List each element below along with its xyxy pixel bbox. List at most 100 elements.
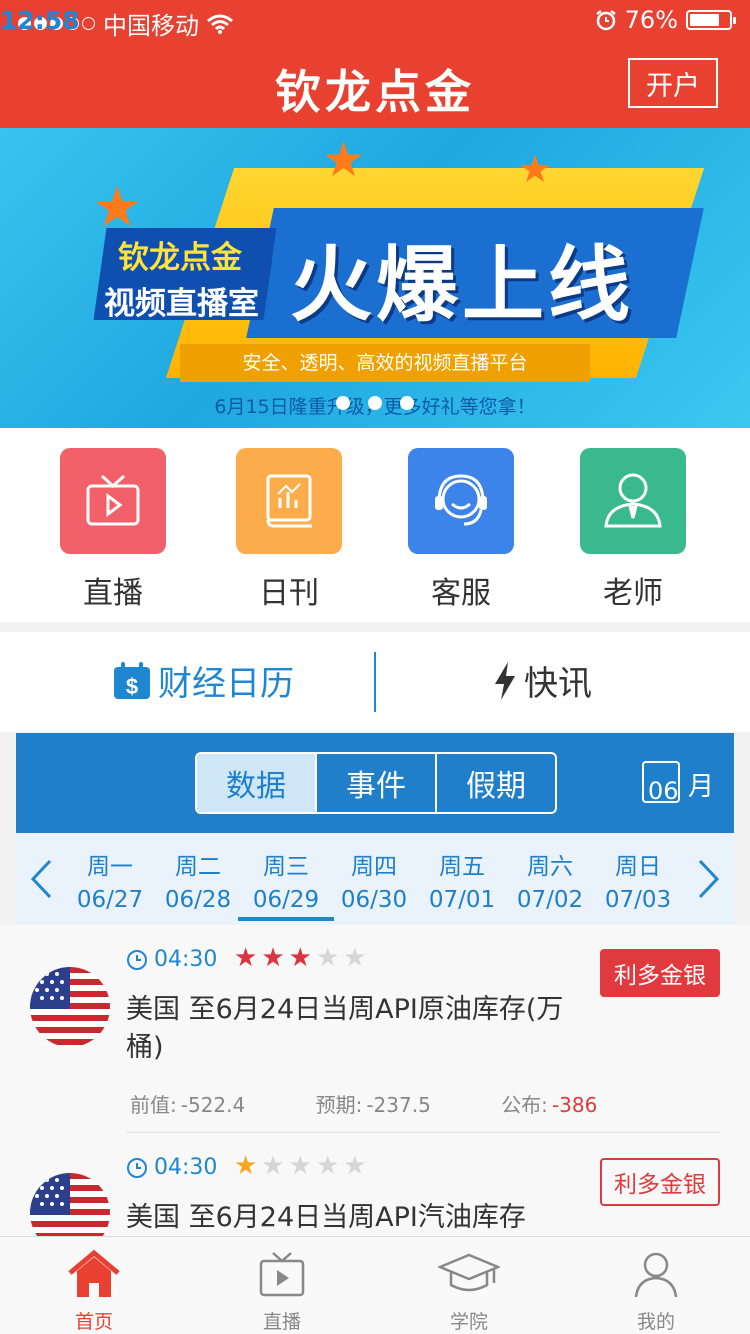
segment-events[interactable]: 事件 <box>317 754 437 812</box>
tab-live[interactable]: 直播 <box>222 1249 342 1334</box>
date-label: 07/01 <box>428 887 496 913</box>
date-label: 06/29 <box>252 887 320 913</box>
star-empty-icon: ★ <box>261 1151 289 1181</box>
tab-label: 财经日历 <box>158 664 294 704</box>
quick-link-label: 老师 <box>603 576 663 611</box>
star-empty-icon: ★ <box>343 1151 371 1181</box>
tab-academy[interactable]: 学院 <box>409 1249 529 1334</box>
status-bar: 中国移动 12:58 76% <box>0 0 750 40</box>
banner-brand: 钦龙点金 <box>118 240 242 276</box>
pager-dot[interactable] <box>400 396 414 410</box>
chevron-left-icon[interactable] <box>30 859 52 899</box>
weekday-label: 周六 <box>527 854 573 880</box>
weekday-label: 周五 <box>439 854 485 880</box>
alarm-icon <box>595 10 616 31</box>
top-bar: 中国移动 12:58 76% 钦龙点金 开户 <box>0 0 750 128</box>
calendar-icon: 06 <box>642 761 680 805</box>
segmented-control: 数据 事件 假期 <box>195 752 557 814</box>
week-selector: 周一 06/27 周二 06/28 周三 06/29 周四 06/30 周五 0… <box>16 833 734 925</box>
date-label: 07/03 <box>604 887 672 913</box>
quick-link-daily[interactable]: 日刊 <box>235 448 343 612</box>
status-right: 76% <box>595 6 736 34</box>
forecast-value: 预期: -237.5 <box>315 1093 431 1117</box>
impact-badge: 利多金银 <box>600 1158 720 1206</box>
star-empty-icon: ★ <box>343 943 371 973</box>
day-thu[interactable]: 周四 06/30 <box>334 847 414 913</box>
us-flag-icon <box>30 967 110 1047</box>
star-empty-icon: ★ <box>288 1151 316 1181</box>
day-sat[interactable]: 周六 07/02 <box>510 847 590 913</box>
weekday-label: 周日 <box>615 854 661 880</box>
lightning-icon <box>495 661 515 700</box>
quick-link-label: 客服 <box>431 576 491 611</box>
teacher-icon <box>580 448 686 554</box>
calendar-filter-panel: 数据 事件 假期 06 月 <box>16 733 734 833</box>
month-picker[interactable]: 06 月 <box>642 761 715 805</box>
month-number: 06 <box>648 777 679 805</box>
event-title: 美国 至6月24日当周API汽油库存 <box>126 1202 526 1233</box>
quick-link-label: 日刊 <box>259 576 319 611</box>
quick-link-support[interactable]: 客服 <box>407 448 515 612</box>
graduation-cap-icon <box>436 1253 502 1292</box>
day-wed[interactable]: 周三 06/29 <box>238 847 334 921</box>
event-time-label: 04:30 <box>154 947 218 972</box>
importance-rating: ★★★★★ <box>234 943 371 973</box>
tab-label: 首页 <box>74 1311 113 1333</box>
battery-icon <box>686 10 736 30</box>
event-title: 美国 至6月24日当周API原油库存(万桶) <box>126 994 564 1063</box>
tab-flash-news[interactable]: 快讯 <box>492 656 592 705</box>
chevron-right-icon[interactable] <box>698 859 720 899</box>
tab-mine[interactable]: 我的 <box>596 1249 716 1334</box>
day-mon[interactable]: 周一 06/27 <box>70 847 150 913</box>
event-time-label: 04:30 <box>154 1155 218 1180</box>
star-filled-icon: ★ <box>288 943 316 973</box>
weekday-label: 周一 <box>87 854 133 880</box>
event-values: 前值: -522.4 预期: -237.5 公布: -386 <box>130 1089 661 1118</box>
quick-link-live[interactable]: 直播 <box>59 448 167 612</box>
quick-link-label: 直播 <box>83 576 143 611</box>
us-flag-icon <box>30 1173 110 1236</box>
event-time: 04:30 <box>126 1155 217 1180</box>
banner-headline: 火爆上线 <box>290 238 635 333</box>
star-filled-icon: ★ <box>261 943 289 973</box>
star-empty-icon: ★ <box>315 1151 344 1181</box>
weekday-label: 周三 <box>263 854 309 880</box>
month-unit: 月 <box>688 772 715 802</box>
star-filled-icon: ★ <box>234 1151 262 1181</box>
open-account-button[interactable]: 开户 <box>628 58 718 108</box>
bottom-tab-bar: 首页 直播 学院 我的 <box>0 1236 750 1334</box>
segment-holidays[interactable]: 假期 <box>437 754 555 812</box>
banner-slogan: 安全、透明、高效的视频直播平台 <box>180 344 590 382</box>
date-label: 06/28 <box>164 887 232 913</box>
date-label: 06/27 <box>76 887 144 913</box>
pager-dot[interactable] <box>368 396 382 410</box>
day-sun[interactable]: 周日 07/03 <box>598 847 678 913</box>
banner-subtitle: 视频直播室 <box>104 286 259 322</box>
importance-rating: ★★★★★ <box>234 1151 371 1181</box>
weekday-label: 周四 <box>351 854 397 880</box>
tab-home[interactable]: 首页 <box>34 1249 154 1334</box>
day-fri[interactable]: 周五 07/01 <box>422 847 502 913</box>
promo-banner[interactable]: ★ ★ ★ 钦龙点金 视频直播室 火爆上线 安全、透明、高效的视频直播平台 6月… <box>0 128 750 428</box>
svg-text:$: $ <box>126 674 138 699</box>
tv-icon <box>259 1252 305 1297</box>
user-icon <box>634 1252 678 1298</box>
date-label: 07/02 <box>516 887 584 913</box>
tv-icon <box>60 448 166 554</box>
pager-dot[interactable] <box>336 396 350 410</box>
weekday-label: 周二 <box>175 854 221 880</box>
tab-label: 我的 <box>636 1311 675 1333</box>
book-chart-icon <box>236 448 342 554</box>
tab-economic-calendar[interactable]: $ 财经日历 <box>112 656 294 705</box>
segment-data[interactable]: 数据 <box>197 754 317 812</box>
headset-icon <box>408 448 514 554</box>
previous-value: 前值: -522.4 <box>130 1093 246 1117</box>
section-tabs: $ 财经日历 快讯 <box>0 632 750 732</box>
tab-label: 直播 <box>262 1311 301 1333</box>
date-label: 06/30 <box>340 887 408 913</box>
event-list: 04:30 ★★★★★ 利多金银 美国 至6月24日当周API原油库存(万桶) … <box>0 925 750 1236</box>
clock-icon <box>127 949 147 970</box>
quick-link-teacher[interactable]: 老师 <box>579 448 687 612</box>
battery-percent: 76% <box>624 6 678 34</box>
day-tue[interactable]: 周二 06/28 <box>158 847 238 913</box>
